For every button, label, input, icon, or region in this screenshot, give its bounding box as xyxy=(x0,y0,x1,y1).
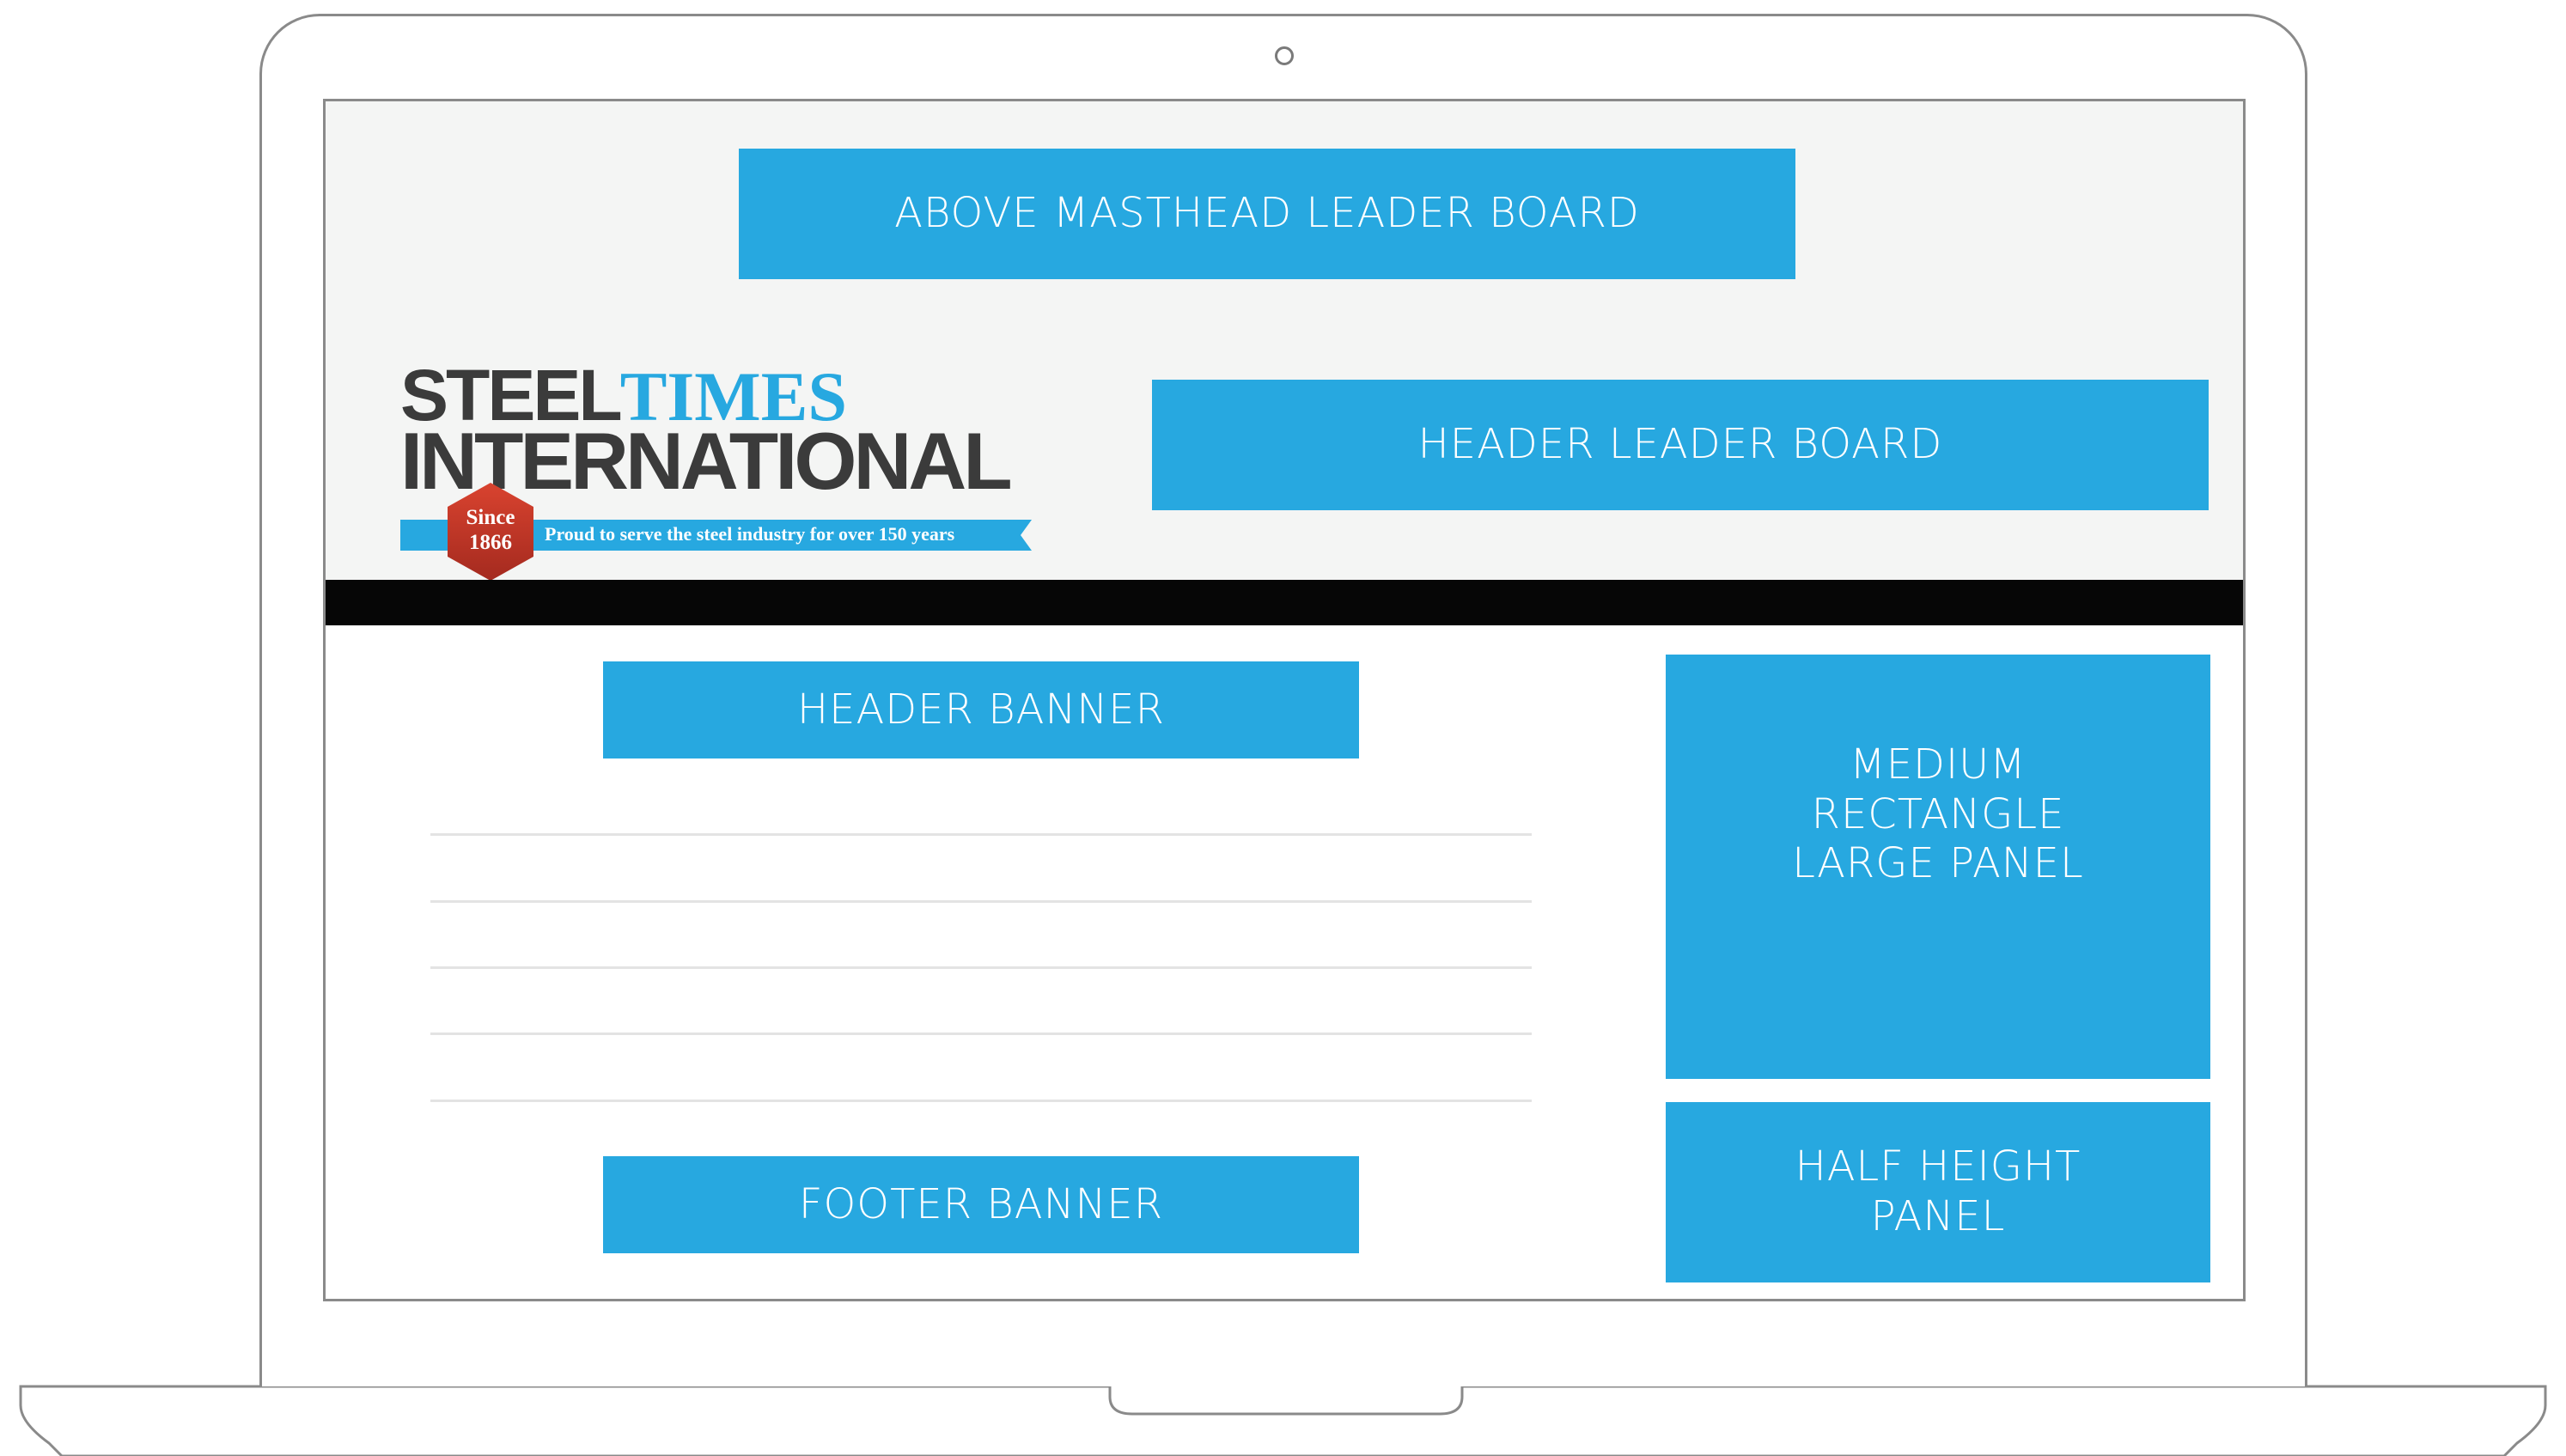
laptop-screen: ABOVE MASTHEAD LEADER BOARD STEELTIMES I… xyxy=(323,99,2246,1301)
ad-label-line: MEDIUM xyxy=(1850,740,2027,789)
ad-label-line: LARGE PANEL xyxy=(1792,839,2084,888)
since-label: Since xyxy=(466,506,515,529)
content-line xyxy=(430,900,1532,903)
ad-label: HEADER LEADER BOARD xyxy=(1417,420,1943,469)
ad-label: ABOVE MASTHEAD LEADER BOARD xyxy=(894,189,1640,238)
ad-label: HEADER BANNER xyxy=(797,685,1165,734)
ad-label-line: HALF HEIGHT xyxy=(1795,1142,2081,1191)
content-line xyxy=(430,966,1532,969)
medium-rectangle-large-panel-ad: MEDIUM RECTANGLE LARGE PANEL xyxy=(1666,655,2210,1079)
content-line xyxy=(430,1033,1532,1035)
ad-label-line: PANEL xyxy=(1870,1192,2006,1240)
half-height-panel-ad: HALF HEIGHT PANEL xyxy=(1666,1102,2210,1282)
header-leader-board-ad: HEADER LEADER BOARD xyxy=(1152,380,2209,510)
ad-label: MEDIUM RECTANGLE LARGE PANEL xyxy=(1792,740,2084,889)
ad-label: FOOTER BANNER xyxy=(798,1179,1164,1228)
site-logo: STEELTIMES INTERNATIONAL Proud to serve … xyxy=(400,359,1036,581)
footer-banner-ad: FOOTER BANNER xyxy=(603,1156,1359,1253)
ad-label: HALF HEIGHT PANEL xyxy=(1795,1142,2081,1241)
logo-tagline: Proud to serve the steel industry for ov… xyxy=(545,523,955,545)
camera-icon xyxy=(1275,46,1294,65)
laptop-base xyxy=(19,1385,2547,1456)
content-line xyxy=(430,833,1532,836)
since-badge-text: Since 1866 xyxy=(445,505,536,555)
header-banner-ad: HEADER BANNER xyxy=(603,661,1359,758)
above-masthead-leader-board-ad: ABOVE MASTHEAD LEADER BOARD xyxy=(739,149,1795,279)
ad-label-line: RECTANGLE xyxy=(1811,789,2065,838)
navigation-bar xyxy=(326,580,2243,625)
content-line xyxy=(430,1100,1532,1102)
since-year: 1866 xyxy=(469,531,512,554)
